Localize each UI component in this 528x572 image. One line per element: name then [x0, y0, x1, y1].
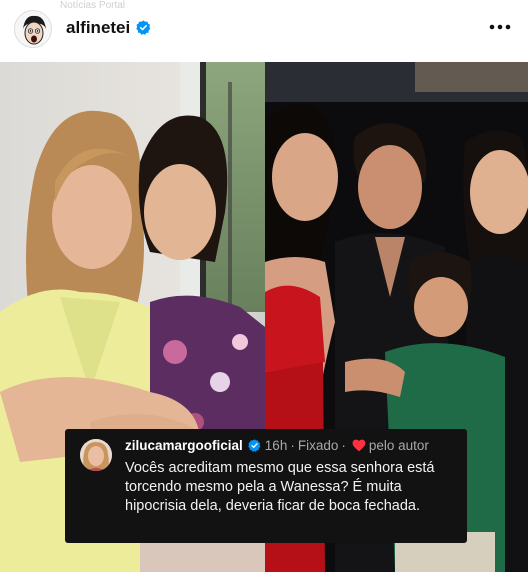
- commenter-avatar-icon: [80, 439, 112, 471]
- watermark-text: Notícias Portal: [60, 0, 126, 11]
- comment-username[interactable]: zilucamargooficial: [125, 438, 243, 453]
- pinned-label: Fixado: [297, 438, 339, 453]
- comment-header: zilucamargooficial 16h · Fixado · pelo a…: [125, 438, 429, 453]
- post-media[interactable]: zilucamargooficial 16h · Fixado · pelo a…: [0, 62, 528, 572]
- post-header: Notícias Portal alfinetei: [0, 0, 528, 60]
- comment-avatar[interactable]: [80, 439, 112, 471]
- comment-time: 16h: [264, 438, 288, 453]
- post-username[interactable]: alfinetei: [66, 18, 130, 38]
- pinned-comment-card[interactable]: zilucamargooficial 16h · Fixado · pelo a…: [65, 429, 467, 543]
- more-horizontal-icon: [489, 24, 511, 30]
- verified-badge-icon: [136, 20, 151, 35]
- separator-dot: ·: [290, 438, 295, 453]
- profile-avatar[interactable]: [14, 10, 52, 48]
- liked-by-author-label: pelo autor: [368, 438, 429, 453]
- verified-badge-icon: [248, 439, 261, 452]
- more-options-button[interactable]: [486, 16, 514, 38]
- heart-icon: [352, 439, 366, 452]
- separator-dot: ·: [341, 438, 346, 453]
- avatar-cartoon-face-icon: [15, 11, 51, 47]
- comment-text: Vocês acreditam mesmo que essa senhora e…: [125, 460, 435, 514]
